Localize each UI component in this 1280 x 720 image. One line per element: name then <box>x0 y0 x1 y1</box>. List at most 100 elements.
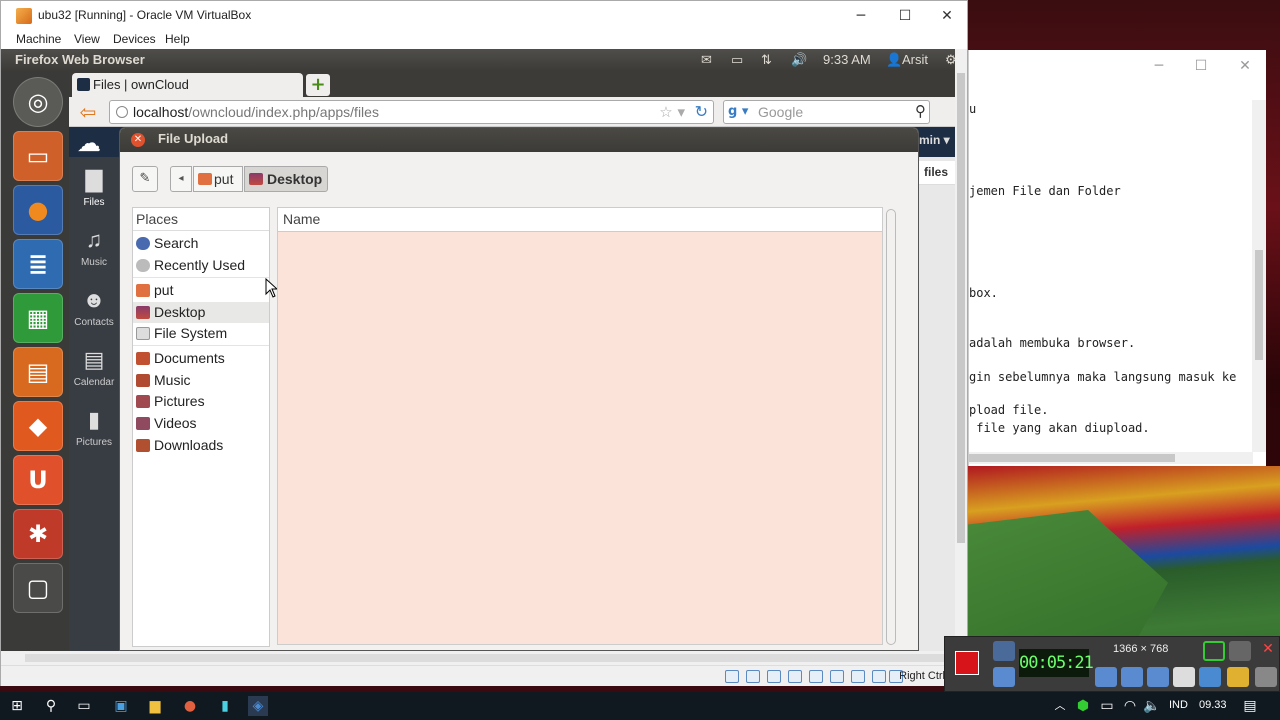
taskbar-clock[interactable]: 09.33 <box>1199 699 1227 711</box>
path-back-button[interactable]: ◂ <box>170 166 192 192</box>
maximize-icon[interactable]: ☐ <box>883 5 927 27</box>
scroll-thumb[interactable] <box>957 73 965 543</box>
place-recently-used[interactable]: Recently Used <box>133 255 269 276</box>
speaker-icon[interactable] <box>1095 667 1117 687</box>
ubuntu-one-launcher[interactable]: U <box>13 455 63 505</box>
notifications-icon[interactable]: ▤ <box>1240 696 1260 716</box>
network-icon[interactable]: ⇅ <box>761 52 772 68</box>
nav-contacts[interactable]: ☻ Contacts <box>69 287 119 328</box>
file-list[interactable]: Name <box>277 207 883 645</box>
place-search[interactable]: Search <box>133 233 269 254</box>
background-text-window[interactable]: ─ ☐ ✕ u jemen File dan Folder box. adala… <box>968 50 1266 466</box>
chrome-icon[interactable]: ● <box>180 696 200 716</box>
minimize-icon[interactable]: ─ <box>839 5 883 27</box>
notepad-icon[interactable]: ▮ <box>215 696 235 716</box>
chevron-up-icon[interactable]: ︿ <box>1050 696 1070 716</box>
battery-icon[interactable]: ▭ <box>1097 696 1117 716</box>
browser-tab[interactable]: Files | ownCloud <box>72 73 303 97</box>
pause-icon[interactable] <box>993 667 1015 687</box>
usb-icon[interactable] <box>809 670 823 683</box>
breadcrumb-put[interactable]: put <box>193 166 243 192</box>
virtualbox-taskbar-icon[interactable]: ◈ <box>248 696 268 716</box>
place-pictures[interactable]: Pictures <box>133 391 269 412</box>
google-icon[interactable]: g ▾ <box>728 104 748 119</box>
place-videos[interactable]: Videos <box>133 413 269 434</box>
mail-icon[interactable]: ✉ <box>701 52 712 68</box>
volume-icon[interactable]: 🔈 <box>1142 696 1162 716</box>
background-window-titlebar[interactable]: ─ ☐ ✕ <box>969 50 1266 82</box>
menu-devices[interactable]: Devices <box>113 32 156 46</box>
text-content[interactable]: u jemen File dan Folder box. adalah memb… <box>969 102 1253 462</box>
firefox-launcher[interactable]: ● <box>13 185 63 235</box>
place-put[interactable]: put <box>133 280 269 301</box>
scroll-thumb[interactable] <box>25 654 945 662</box>
column-header-name[interactable]: Name <box>278 208 882 232</box>
dialog-titlebar[interactable]: ✕ File Upload <box>120 128 918 152</box>
horizontal-scrollbar[interactable] <box>969 452 1253 464</box>
writer-launcher[interactable]: ≣ <box>13 239 63 289</box>
stop-record-button[interactable] <box>955 651 979 675</box>
place-documents[interactable]: Documents <box>133 348 269 369</box>
place-file-system[interactable]: File System <box>133 323 269 344</box>
file-list-scrollbar[interactable] <box>886 209 896 645</box>
user-icon[interactable]: 👤 <box>886 52 902 68</box>
language-indicator[interactable]: IND <box>1169 699 1188 711</box>
places-header[interactable]: Places <box>133 208 269 231</box>
folder-icon[interactable] <box>1227 667 1249 687</box>
maximize-icon[interactable]: ☐ <box>1191 56 1211 76</box>
reload-icon[interactable]: ↻ <box>695 102 708 121</box>
close-icon[interactable]: ✕ <box>1257 641 1279 661</box>
nav-pictures[interactable]: ▮ Pictures <box>69 407 119 448</box>
monitor-app-icon[interactable]: ▣ <box>111 696 131 716</box>
minimize-icon[interactable]: ─ <box>1149 56 1169 76</box>
optical-drive-icon[interactable] <box>746 670 760 683</box>
software-center-launcher[interactable]: ◆ <box>13 401 63 451</box>
type-location-button[interactable]: ✎ <box>132 166 158 192</box>
network-icon[interactable] <box>788 670 802 683</box>
file-explorer-icon[interactable]: ▆ <box>145 696 165 716</box>
search-icon[interactable]: ⚲ <box>915 102 926 120</box>
panel-clock[interactable]: 9:33 AM <box>823 52 871 67</box>
file-upload-dialog[interactable]: ✕ File Upload ✎ ◂ put Desktop Places Sea… <box>119 127 919 651</box>
virtualbox-titlebar[interactable]: ubu32 [Running] - Oracle VM VirtualBox ─… <box>1 1 967 31</box>
calc-launcher[interactable]: ▦ <box>13 293 63 343</box>
files-tab[interactable]: files <box>919 161 955 185</box>
dash-home-button[interactable]: ◎ <box>13 77 63 127</box>
region-icon[interactable] <box>1203 641 1225 661</box>
nav-music[interactable]: ♫ Music <box>69 227 119 268</box>
panel-user[interactable]: Arsit <box>902 52 928 67</box>
menu-machine[interactable]: Machine <box>16 32 61 46</box>
guest-screen[interactable]: Firefox Web Browser ✉ ▭ ⇅ 🔊 9:33 AM 👤 Ar… <box>1 49 967 665</box>
settings-icon[interactable] <box>1255 667 1277 687</box>
close-icon[interactable]: ✕ <box>1235 56 1255 76</box>
place-desktop[interactable]: Desktop <box>133 302 269 323</box>
shared-folders-icon[interactable] <box>830 670 844 683</box>
place-music[interactable]: Music <box>133 370 269 391</box>
screen-recorder-widget[interactable]: 00:05:21 1366 × 768 ✕ <box>944 636 1280 692</box>
impress-launcher[interactable]: ▤ <box>13 347 63 397</box>
files-launcher[interactable]: ▭ <box>13 131 63 181</box>
volume-icon[interactable]: 🔊 <box>791 52 807 68</box>
cursor-icon[interactable] <box>1173 667 1195 687</box>
back-arrow-icon[interactable]: ⇦ <box>76 100 100 124</box>
nav-calendar[interactable]: ▤ Calendar <box>69 347 119 388</box>
bookmark-star-icon[interactable]: ☆ ▾ <box>659 103 685 121</box>
video-capture-icon[interactable] <box>851 670 865 683</box>
audio-icon[interactable] <box>767 670 781 683</box>
mouse-integration-icon[interactable] <box>872 670 886 683</box>
admin-menu[interactable]: min ▾ <box>919 133 950 147</box>
place-downloads[interactable]: Downloads <box>133 435 269 456</box>
shield-icon[interactable]: ⬢ <box>1073 696 1093 716</box>
virtualbox-window[interactable]: ubu32 [Running] - Oracle VM VirtualBox ─… <box>0 0 968 686</box>
nav-files[interactable]: ▇ Files <box>69 167 119 208</box>
owncloud-logo-icon[interactable]: ☁ <box>77 129 101 157</box>
close-icon[interactable]: ✕ <box>131 133 145 147</box>
url-bar[interactable]: localhost/owncloud/index.php/apps/files … <box>109 100 714 124</box>
system-settings-launcher[interactable]: ✱ <box>13 509 63 559</box>
microphone-icon[interactable] <box>1121 667 1143 687</box>
battery-icon[interactable]: ▭ <box>731 52 743 68</box>
camera-icon[interactable] <box>993 641 1015 661</box>
search-bar[interactable]: g ▾ Google ⚲ <box>723 100 930 124</box>
task-view-icon[interactable]: ▭ <box>74 696 94 716</box>
close-icon[interactable]: ✕ <box>925 5 969 27</box>
